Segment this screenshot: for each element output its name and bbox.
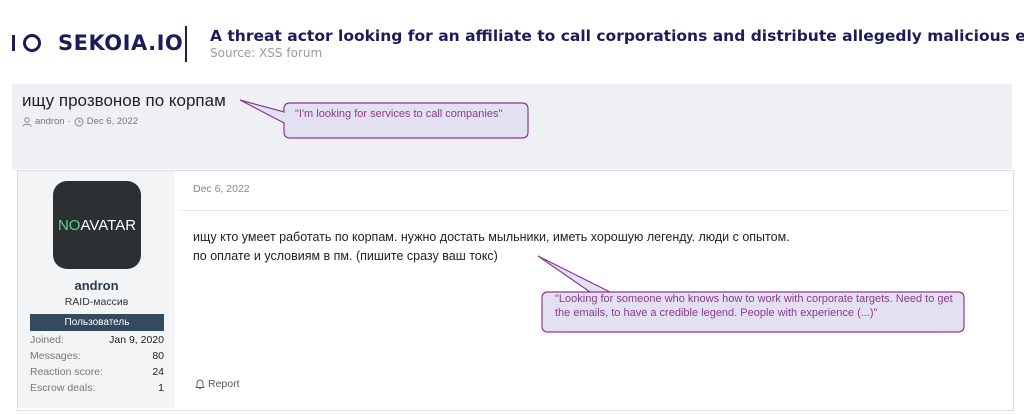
- stat-label: Escrow deals:: [30, 382, 96, 394]
- stat-value: Jan 9, 2020: [109, 334, 164, 346]
- thread-meta: andron · Dec 6, 2022: [22, 116, 138, 127]
- stat-label: Messages:: [30, 350, 81, 362]
- avatar-text: AVATAR: [80, 216, 137, 234]
- avatar[interactable]: NO AVATAR: [53, 181, 141, 269]
- meta-separator: ·: [67, 116, 71, 127]
- callout-post-translation: "Looking for someone who knows how to wo…: [555, 293, 953, 319]
- user-banner: Пользователь: [30, 314, 164, 331]
- avatar-no-text: NO: [57, 216, 81, 234]
- header-divider: [185, 26, 187, 62]
- username-link[interactable]: andron: [18, 278, 175, 293]
- user-icon: [22, 116, 32, 127]
- post-date-link[interactable]: Dec 6, 2022: [193, 183, 250, 195]
- stat-value: 1: [158, 382, 164, 394]
- bell-icon: [195, 378, 205, 389]
- report-label: Report: [208, 378, 240, 390]
- page-source: Source: XSS forum: [210, 46, 323, 60]
- report-button[interactable]: Report: [195, 378, 240, 390]
- stat-row: Messages: 80: [30, 350, 164, 362]
- stat-label: Joined:: [30, 334, 64, 346]
- sekoia-logo-icon: [12, 34, 41, 52]
- thread-author-link[interactable]: andron: [35, 116, 65, 127]
- post-body-line: по оплате и условиям в пм. (пишите сразу…: [193, 249, 498, 263]
- user-title: RAID-массив: [64, 296, 129, 308]
- stat-row: Escrow deals: 1: [30, 382, 164, 394]
- stat-value: 24: [152, 366, 164, 378]
- thread-date-link[interactable]: Dec 6, 2022: [87, 116, 138, 127]
- logo-text: SEKOIA.IO: [58, 31, 184, 55]
- stat-row: Reaction score: 24: [30, 366, 164, 378]
- post-divider: [180, 210, 1010, 211]
- thread-title: ищу прозвонов по корпам: [22, 91, 226, 110]
- callout-title-translation: "I'm looking for services to call compan…: [295, 108, 503, 120]
- stat-value: 80: [152, 350, 164, 362]
- clock-icon: [74, 117, 84, 126]
- post-body-line: ищу кто умеет работать по корпам. нужно …: [193, 230, 790, 244]
- stat-row: Joined: Jan 9, 2020: [30, 334, 164, 346]
- page-title: A threat actor looking for an affiliate …: [210, 27, 1024, 45]
- stat-label: Reaction score:: [30, 366, 103, 378]
